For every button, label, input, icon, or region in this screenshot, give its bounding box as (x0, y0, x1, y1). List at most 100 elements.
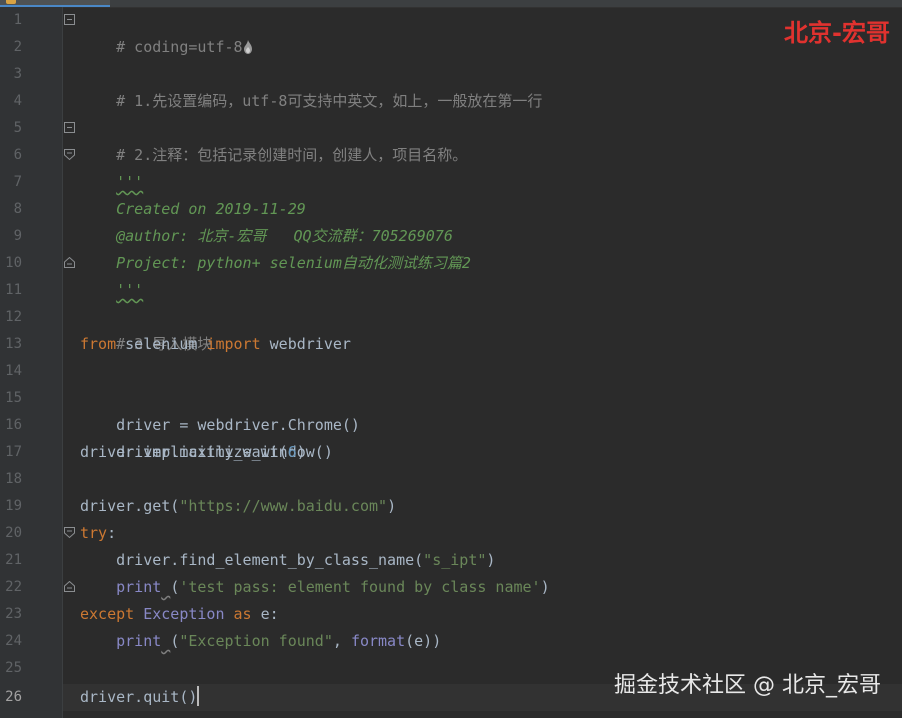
builtin-format: format (350, 632, 406, 650)
line-number: 23 (5, 606, 22, 622)
builtin-print: print (116, 632, 162, 650)
code-text: ) (387, 497, 397, 515)
module-name: selenium (116, 335, 207, 353)
code-line-1[interactable]: # coding=utf-8 (80, 7, 253, 56)
pep8-warning-space (161, 578, 170, 596)
code-text: : (107, 524, 117, 542)
fold-marker-icon[interactable] (64, 14, 76, 26)
docstring-text: Project: python+ selenium自动化测试练习篇2 (116, 254, 471, 272)
code-text: driver.find_element_by_class_name( (80, 551, 424, 569)
line-number-current: 26 (5, 689, 22, 705)
code-text: e: (251, 605, 279, 623)
line-number: 6 (13, 147, 22, 163)
pep8-warning-space (161, 632, 170, 650)
line-number: 13 (5, 336, 22, 352)
line-number: 12 (5, 309, 22, 325)
comment-text: # 1.先设置编码，utf-8可支持中英文，如上，一般放在第一行 (116, 92, 543, 110)
code-line-3[interactable]: # 1.先设置编码，utf-8可支持中英文，如上，一般放在第一行 (80, 61, 542, 110)
code-line-8[interactable]: @author: 北京-宏哥 QQ交流群：705269076 (80, 196, 453, 245)
code-text: ) (540, 578, 550, 596)
code-line-20[interactable]: try: (80, 520, 116, 547)
code-editor[interactable]: 1 2 3 4 5 6 7 8 9 10 11 12 13 14 15 16 1… (0, 0, 902, 718)
code-line-10[interactable]: ''' (80, 250, 143, 299)
keyword-from: from (80, 335, 117, 353)
line-number: 25 (5, 660, 22, 676)
code-text: (e)) (405, 632, 442, 650)
line-number: 3 (13, 66, 22, 82)
line-number: 22 (5, 579, 22, 595)
code-line-16[interactable]: driver.maximize_window() (80, 412, 333, 461)
line-number: 17 (5, 444, 22, 460)
author-watermark: 北京-宏哥 (784, 19, 890, 47)
import-name: webdriver (260, 335, 351, 353)
code-line-21[interactable]: driver.find_element_by_class_name("s_ipt… (80, 547, 495, 574)
fold-marker-icon[interactable] (64, 527, 76, 539)
line-number: 11 (5, 282, 22, 298)
docstring-close-quotes: ''' (116, 281, 144, 299)
site-watermark: 掘金技术社区 @ 北京_宏哥 (614, 673, 881, 698)
line-number: 10 (5, 255, 22, 271)
code-line-5[interactable]: # 2.注释：包括记录创建时间，创建人，项目名称。 (80, 115, 467, 164)
flame-icon (243, 36, 253, 54)
line-number: 19 (5, 498, 22, 514)
fold-marker-icon[interactable] (64, 149, 76, 161)
code-line-17[interactable]: driver.implicitly_wait(6) (80, 439, 306, 466)
active-tab[interactable] (0, 0, 110, 7)
fold-marker-icon[interactable] (64, 581, 76, 593)
keyword-as: as (233, 605, 252, 623)
line-number: 21 (5, 552, 22, 568)
code-text: , (332, 632, 351, 650)
code-line-22[interactable]: print ('test pass: element found by clas… (80, 574, 550, 601)
code-line-6[interactable]: ''' (80, 142, 143, 191)
line-number: 24 (5, 633, 22, 649)
keyword-except: except (80, 605, 135, 623)
code-line-15[interactable]: driver = webdriver.Chrome() (80, 385, 360, 434)
code-text: driver.quit() (80, 688, 198, 706)
line-number: 20 (5, 525, 22, 541)
text-caret (197, 686, 200, 706)
gutter-divider (62, 7, 63, 718)
keyword-try: try (80, 524, 108, 542)
keyword-import: import (206, 335, 261, 353)
builtin-print: print (116, 578, 162, 596)
number-literal: 6 (287, 443, 297, 461)
code-text: ) (296, 443, 306, 461)
comment-text: # 2.注释：包括记录创建时间，创建人，项目名称。 (116, 146, 468, 164)
exception-class: Exception (143, 605, 225, 623)
string-literal: "Exception found" (179, 632, 333, 650)
string-literal: "https://www.baidu.com" (179, 497, 388, 515)
code-line-26[interactable]: driver.quit() (80, 684, 200, 711)
string-literal: 'test pass: element found by class name' (179, 578, 541, 596)
line-number: 16 (5, 417, 22, 433)
code-line-23[interactable]: except Exception as e: (80, 601, 279, 628)
code-text: ( (170, 632, 180, 650)
string-literal: "s_ipt" (423, 551, 487, 569)
python-file-icon (6, 0, 16, 4)
line-number: 15 (5, 390, 22, 406)
code-line-13[interactable]: from selenium import webdriver (80, 331, 351, 358)
line-number: 7 (13, 174, 22, 190)
code-line-24[interactable]: print ("Exception found", format(e)) (80, 628, 441, 655)
fold-marker-icon[interactable] (64, 257, 76, 269)
code-text: driver.implicitly_wait( (80, 443, 288, 461)
fold-marker-icon[interactable] (64, 122, 76, 134)
code-line-9[interactable]: Project: python+ selenium自动化测试练习篇2 (80, 223, 471, 272)
line-number: 5 (13, 120, 22, 136)
code-line-12[interactable]: # 3.导入模块 (80, 304, 212, 353)
line-number: 8 (13, 201, 22, 217)
code-text: ) (486, 551, 496, 569)
encoding-comment: # coding=utf-8 (116, 38, 243, 56)
code-text: driver.get( (80, 497, 180, 515)
line-number: 14 (5, 363, 22, 379)
code-line-19[interactable]: driver.get("https://www.baidu.com") (80, 493, 396, 520)
line-number: 2 (13, 39, 22, 55)
code-text: ( (170, 578, 180, 596)
line-number: 4 (13, 93, 22, 109)
code-line-7[interactable]: Created on 2019-11-29 (80, 169, 306, 218)
line-number: 1 (13, 12, 22, 28)
line-number: 18 (5, 471, 22, 487)
